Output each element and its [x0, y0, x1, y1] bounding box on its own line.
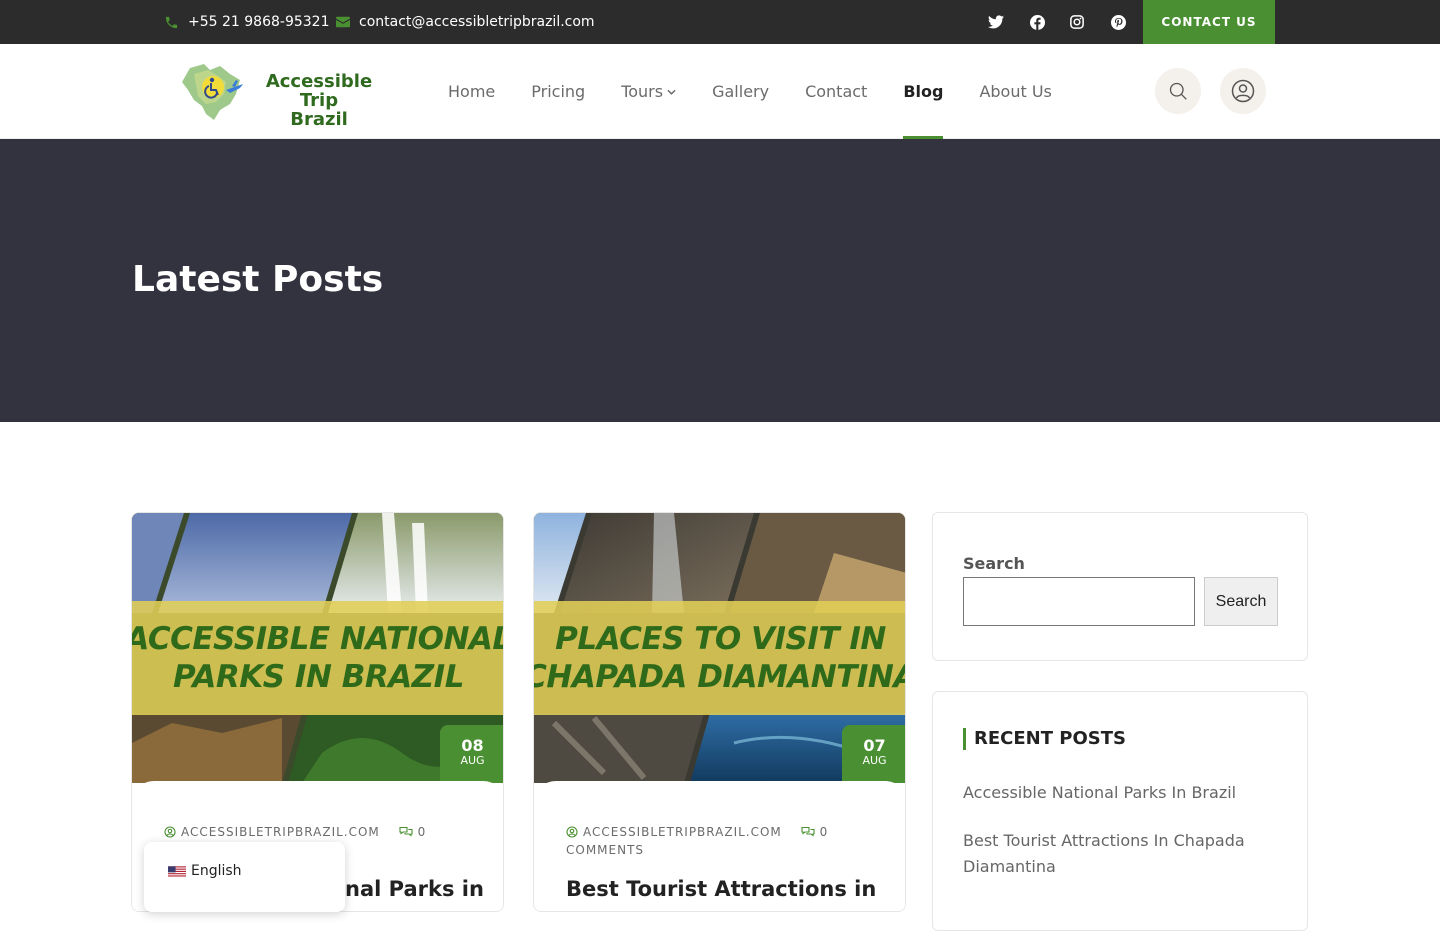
recent-posts-title: RECENT POSTS — [963, 728, 1126, 750]
page-hero: Latest Posts — [0, 139, 1440, 422]
post-thumbnail[interactable]: Places to visit in Chapada Diamantina 07… — [534, 513, 905, 783]
post-month: AUG — [460, 754, 485, 767]
comments-icon — [399, 826, 413, 837]
email-link[interactable]: contact@accessibletripbrazil.com — [336, 0, 595, 44]
post-banner: Accessible National Parks in Brazil — [132, 601, 503, 715]
post-month: AUG — [862, 754, 887, 767]
post-day: 07 — [863, 736, 886, 755]
brazil-map-logo-icon — [182, 64, 243, 120]
search-input[interactable] — [963, 577, 1195, 626]
post-day: 08 — [461, 736, 484, 755]
logo-text: Accessible Trip Brazil — [265, 71, 373, 130]
top-bar: +55 21 9868-95321 contact@accessibletrip… — [0, 0, 1440, 44]
us-flag-icon — [168, 866, 186, 878]
nav-tours[interactable]: Tours — [621, 44, 676, 139]
nav-tours-label: Tours — [621, 82, 664, 101]
phone-link[interactable]: +55 21 9868-95321 — [164, 0, 329, 44]
search-button[interactable] — [1155, 68, 1201, 114]
account-button[interactable] — [1220, 68, 1266, 114]
recent-post-link[interactable]: Accessible National Parks In Brazil — [963, 780, 1263, 806]
post-meta: ACCESSIBLETRIPBRAZIL.COM 0 — [164, 823, 484, 841]
post-date-badge: 08 AUG — [440, 725, 503, 783]
email-address: contact@accessibletripbrazil.com — [359, 14, 595, 30]
post-thumbnail[interactable]: Accessible National Parks in Brazil 08 A… — [132, 513, 503, 783]
site-logo[interactable]: Accessible Trip Brazil — [180, 60, 385, 129]
instagram-icon[interactable] — [1067, 12, 1087, 32]
phone-icon — [165, 16, 178, 28]
language-label: English — [191, 863, 242, 879]
post-meta: ACCESSIBLETRIPBRAZIL.COM 0 COMMENTS — [566, 823, 886, 859]
contact-us-button[interactable]: CONTACT US — [1143, 0, 1275, 44]
author-icon — [164, 826, 176, 838]
twitter-icon[interactable] — [986, 12, 1006, 32]
post-body: ACCESSIBLETRIPBRAZIL.COM 0 COMMENTS Best … — [534, 781, 905, 911]
nav-home[interactable]: Home — [448, 44, 495, 139]
user-icon — [1231, 79, 1255, 103]
post-author-link[interactable]: ACCESSIBLETRIPBRAZIL.COM — [583, 825, 782, 839]
search-label: Search — [963, 554, 1025, 573]
main-header: Accessible Trip Brazil Home Pricing Tour… — [0, 44, 1440, 139]
nav-contact[interactable]: Contact — [805, 44, 867, 139]
chevron-down-icon — [667, 89, 676, 95]
recent-posts-widget: RECENT POSTS Accessible National Parks I… — [932, 691, 1308, 931]
nav-pricing[interactable]: Pricing — [531, 44, 585, 139]
language-switcher[interactable]: English — [144, 842, 345, 912]
post-title[interactable]: nal Parks in — [345, 877, 485, 901]
post-date-badge: 07 AUG — [842, 725, 905, 783]
comments-word: COMMENTS — [566, 843, 645, 857]
main-nav: Home Pricing Tours Gallery Contact Blog … — [448, 44, 1088, 139]
post-title[interactable]: Best Tourist Attractions in — [566, 877, 886, 901]
nav-blog[interactable]: Blog — [903, 44, 944, 139]
post-card[interactable]: Places to visit in Chapada Diamantina 07… — [533, 512, 906, 912]
post-author-link[interactable]: ACCESSIBLETRIPBRAZIL.COM — [181, 825, 380, 839]
nav-gallery[interactable]: Gallery — [712, 44, 769, 139]
facebook-icon[interactable] — [1027, 12, 1047, 32]
envelope-icon — [336, 16, 350, 28]
search-submit-button[interactable]: Search — [1204, 577, 1278, 626]
recent-post-link[interactable]: Best Tourist Attractions In Chapada Diam… — [963, 828, 1263, 880]
search-widget: Search Search — [932, 512, 1308, 661]
comments-icon — [801, 826, 815, 837]
post-comments-link[interactable]: 0 — [418, 825, 427, 839]
nav-about[interactable]: About Us — [979, 44, 1051, 139]
phone-number: +55 21 9868-95321 — [188, 14, 330, 30]
author-icon — [566, 826, 578, 838]
page-title: Latest Posts — [132, 259, 384, 300]
pinterest-icon[interactable] — [1108, 12, 1128, 32]
post-banner: Places to visit in Chapada Diamantina — [534, 601, 905, 715]
search-icon — [1169, 82, 1187, 100]
